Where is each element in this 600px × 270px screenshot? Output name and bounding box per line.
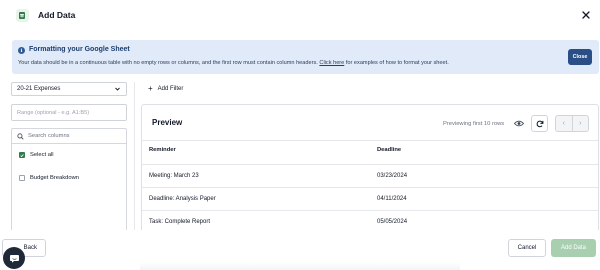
- table-row: Meeting: March 23 03/23/2024: [142, 164, 598, 187]
- banner-close-button[interactable]: Close: [568, 49, 592, 65]
- table-cell: Meeting: March 23: [149, 173, 199, 179]
- table-row: Deadline: Analysis Paper 04/11/2024: [142, 187, 598, 210]
- chevron-left-icon[interactable]: ‹: [556, 116, 572, 131]
- column-header: Reminder: [149, 147, 176, 153]
- chat-bubble-button[interactable]: [3, 247, 25, 269]
- checkbox-checked-icon: [19, 152, 25, 158]
- banner-text: Your data should be in a continuous tabl…: [18, 60, 449, 66]
- chevron-down-icon: [115, 87, 120, 91]
- select-all-checkbox[interactable]: Select all: [19, 152, 54, 158]
- add-filter-button[interactable]: + Add Filter: [148, 85, 183, 93]
- close-icon[interactable]: [579, 8, 593, 22]
- banner-text-after: for examples of how to format your sheet…: [344, 60, 449, 66]
- preview-title: Preview: [152, 118, 183, 127]
- column-search-input[interactable]: [28, 133, 118, 139]
- sheets-logo-icon: [16, 8, 29, 22]
- column-search: [12, 129, 126, 144]
- cancel-button[interactable]: Cancel: [508, 239, 546, 257]
- banner-link[interactable]: Click here: [319, 60, 344, 66]
- table-cell: 04/11/2024: [377, 196, 407, 202]
- column-panel: Select all Budget Breakdown: [11, 128, 127, 230]
- refresh-icon: [536, 120, 543, 127]
- sheet-select-value: 20-21 Expenses: [17, 86, 61, 92]
- banner-text-before: Your data should be in a continuous tabl…: [18, 60, 320, 66]
- range-input[interactable]: [11, 104, 127, 121]
- modal-header: Add Data: [0, 0, 600, 30]
- search-icon: [17, 132, 24, 140]
- preview-panel: Preview Previewing first 10 rows ‹ › Rem…: [141, 104, 599, 230]
- table-cell: 05/05/2024: [377, 219, 408, 225]
- add-data-button[interactable]: Add Data: [551, 239, 596, 257]
- footer-shadow: [140, 262, 460, 270]
- column-checkbox-budget-breakdown[interactable]: Budget Breakdown: [19, 175, 79, 181]
- column-header: Deadline: [377, 147, 402, 153]
- chevron-right-icon[interactable]: ›: [571, 116, 589, 131]
- table-header-row: Reminder Deadline: [142, 140, 598, 164]
- preview-row-count: Previewing first 10 rows: [443, 121, 505, 127]
- add-filter-label: Add Filter: [157, 86, 184, 92]
- refresh-button[interactable]: [531, 115, 548, 132]
- banner-title: Formatting your Google Sheet: [29, 46, 130, 53]
- select-all-label: Select all: [30, 152, 54, 158]
- preview-table: Reminder Deadline Meeting: March 23 03/2…: [142, 140, 598, 230]
- modal-title: Add Data: [38, 10, 76, 20]
- checkbox-unchecked-icon: [19, 175, 25, 181]
- sheet-select[interactable]: 20-21 Expenses: [11, 82, 127, 96]
- column-label: Budget Breakdown: [30, 175, 79, 181]
- eye-icon[interactable]: [514, 120, 524, 127]
- info-icon: i: [18, 47, 25, 54]
- plus-icon: +: [148, 84, 153, 93]
- table-row: Task: Complete Report 05/05/2024: [142, 210, 598, 230]
- chat-icon: [9, 254, 19, 263]
- table-cell: Deadline: Analysis Paper: [149, 196, 216, 202]
- preview-pager: ‹ ›: [555, 115, 589, 132]
- sidebar-divider: [134, 82, 135, 230]
- table-cell: Task: Complete Report: [149, 219, 211, 225]
- table-cell: 03/23/2024: [377, 173, 408, 179]
- format-info-banner: i Formatting your Google Sheet Your data…: [12, 40, 599, 74]
